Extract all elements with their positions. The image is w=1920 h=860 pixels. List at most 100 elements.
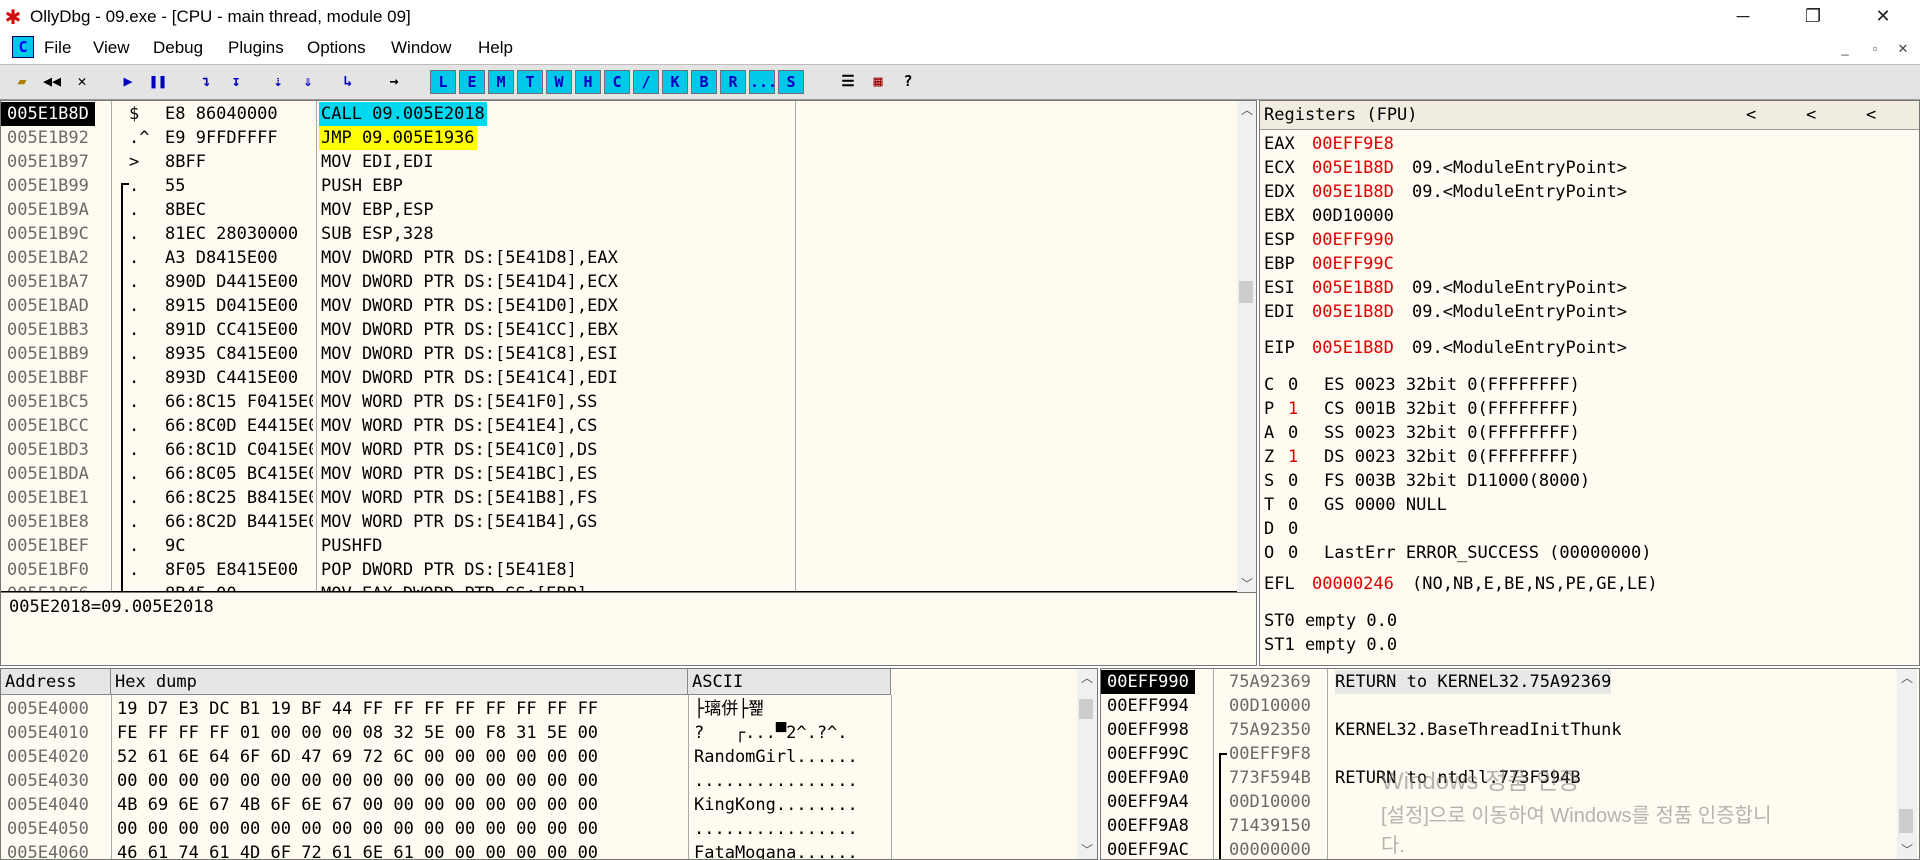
patches-window-button[interactable]: /	[633, 70, 659, 94]
disasm-row[interactable]: 005E1BE8. 66:8C2D B4415E00 MOV WORD PTR DS…	[1, 510, 1237, 534]
source-window-button[interactable]: S	[778, 70, 804, 94]
disasm-command[interactable]: MOV WORD PTR DS:[5E41B4],GS	[319, 510, 599, 534]
register-eip-value[interactable]: 005E1B8D	[1312, 336, 1394, 360]
close-button[interactable]: ✕	[1853, 0, 1913, 34]
disasm-address[interactable]: 005E1BC5	[7, 390, 89, 414]
disasm-row[interactable]: 005E1BA7. 890D D4415E00 MOV DWORD PTR DS:[…	[1, 270, 1237, 294]
stack-scrollbar[interactable]: ︿ ﹀	[1897, 669, 1917, 859]
dump-hex-bytes[interactable]: FE FF FF FF 01 00 00 00 08 32 5E 00 F8 3…	[117, 721, 687, 745]
register-esp-value[interactable]: 00EFF990	[1312, 228, 1394, 252]
fpu-register[interactable]: ST1 empty 0.0	[1264, 633, 1397, 657]
disasm-command[interactable]: MOV WORD PTR DS:[5E41F0],SS	[319, 390, 599, 414]
disasm-address[interactable]: 005E1B9C	[7, 222, 89, 246]
disasm-row[interactable]: 005E1BB3. 891D CC415E00 MOV DWORD PTR DS:[…	[1, 318, 1237, 342]
cpu-window-button[interactable]: C	[604, 70, 630, 94]
disasm-command[interactable]: MOV EDI,EDI	[319, 150, 436, 174]
memory-window-button[interactable]: M	[488, 70, 514, 94]
disasm-address[interactable]: 005E1BAD	[7, 294, 89, 318]
flag-value[interactable]: 1	[1288, 445, 1298, 469]
dump-scroll-thumb[interactable]	[1079, 699, 1093, 719]
stack-address[interactable]: 00EFF9A4	[1107, 790, 1189, 814]
disasm-command[interactable]: MOV EBP,ESP	[319, 198, 436, 222]
flag-value[interactable]: 0	[1288, 373, 1298, 397]
register-edx-value[interactable]: 005E1B8D	[1312, 180, 1394, 204]
register-edi-value[interactable]: 005E1B8D	[1312, 300, 1394, 324]
disasm-command[interactable]: MOV WORD PTR DS:[5E41BC],ES	[319, 462, 599, 486]
stack-address[interactable]: 00EFF9A0	[1107, 766, 1189, 790]
minimize-button[interactable]: ─	[1713, 0, 1773, 34]
mdi-close-button[interactable]: ✕	[1894, 40, 1912, 58]
dump-ascii[interactable]: ................	[694, 817, 890, 841]
hex-dump-pane[interactable]: Address Hex dump ASCII 005E4000 19 D7 E3 …	[0, 668, 1098, 860]
disasm-address[interactable]: 005E1B9A	[7, 198, 89, 222]
disasm-address[interactable]: 005E1BCC	[7, 414, 89, 438]
register-ebx-value[interactable]: 00D10000	[1312, 204, 1394, 228]
disasm-row[interactable]: 005E1BE1. 66:8C25 B8415E00 MOV WORD PTR DS…	[1, 486, 1237, 510]
disassembly-scrollbar[interactable]: ︿ ﹀	[1237, 101, 1256, 592]
mdi-minimize-button[interactable]: _	[1836, 40, 1854, 58]
flag-value[interactable]: 0	[1288, 421, 1298, 445]
registers-pane[interactable]: Registers (FPU) < < < EAX 00EFF9E8 ECX 005E…	[1259, 100, 1920, 666]
modules-window-button[interactable]: E	[459, 70, 485, 94]
dump-address[interactable]: 005E4020	[7, 745, 89, 769]
trace-over-icon[interactable]: ⇓	[296, 69, 320, 93]
references-window-button[interactable]: R	[720, 70, 746, 94]
disasm-address[interactable]: 005E1BBF	[7, 366, 89, 390]
step-into-icon[interactable]: ↴	[194, 69, 218, 93]
dump-hex-bytes[interactable]: 52 61 6E 64 6F 6D 47 69 72 6C 00 00 00 0…	[117, 745, 687, 769]
registers-nav-left-3[interactable]: <	[1866, 103, 1876, 127]
register-ecx-value[interactable]: 005E1B8D	[1312, 156, 1394, 180]
disasm-row[interactable]: 005E1BA2. A3 D8415E00 MOV DWORD PTR DS:[5E…	[1, 246, 1237, 270]
trace-into-icon[interactable]: ⇣	[266, 69, 290, 93]
menu-debug[interactable]: Debug	[153, 38, 203, 58]
disasm-command[interactable]: JMP 09.005E1936	[319, 126, 477, 150]
disasm-address[interactable]: 005E1BB3	[7, 318, 89, 342]
scroll-thumb[interactable]	[1239, 281, 1253, 303]
stack-scroll-down-icon[interactable]: ﹀	[1897, 841, 1917, 859]
menu-help[interactable]: Help	[478, 38, 513, 58]
dump-ascii[interactable]: ? ┌...▀2^.?^.	[694, 721, 890, 745]
disasm-row[interactable]: 005E1BBF. 893D C4415E00 MOV DWORD PTR DS:[…	[1, 366, 1237, 390]
disasm-command[interactable]: MOV DWORD PTR DS:[5E41C8],ESI	[319, 342, 620, 366]
open-folder-icon[interactable]: ▰	[10, 69, 34, 93]
disasm-command[interactable]: MOV WORD PTR DS:[5E41B8],FS	[319, 486, 599, 510]
disasm-address[interactable]: 005E1BD3	[7, 438, 89, 462]
disasm-command[interactable]: POP DWORD PTR DS:[5E41E8]	[319, 558, 579, 582]
run-trace-window-button[interactable]: ...	[749, 70, 777, 94]
register-ebp-value[interactable]: 00EFF99C	[1312, 252, 1394, 276]
restart-icon[interactable]: ◀◀	[40, 69, 64, 93]
dump-ascii[interactable]: FataMogana......	[694, 841, 890, 859]
disasm-address[interactable]: 005E1B97	[7, 150, 89, 174]
scroll-down-icon[interactable]: ﹀	[1237, 575, 1256, 592]
stack-address[interactable]: 00EFF998	[1107, 718, 1189, 742]
stack-value[interactable]: 71439150	[1229, 814, 1311, 838]
restore-button[interactable]: ❐	[1783, 0, 1843, 34]
dump-address[interactable]: 005E4000	[7, 697, 89, 721]
disasm-row[interactable]: 005E1BEF. 9C PUSHFD	[1, 534, 1237, 558]
stack-value[interactable]: 00000000	[1229, 838, 1311, 859]
disasm-address[interactable]: 005E1B92	[7, 126, 89, 150]
menu-file[interactable]: File	[44, 38, 71, 58]
disasm-command[interactable]: PUSH EBP	[319, 174, 405, 198]
pause-icon[interactable]: ❚❚	[146, 69, 170, 93]
registers-nav-left-2[interactable]: <	[1806, 103, 1816, 127]
close-program-icon[interactable]: ✕	[70, 69, 94, 93]
disasm-command[interactable]: MOV WORD PTR DS:[5E41C0],DS	[319, 438, 599, 462]
dump-address[interactable]: 005E4050	[7, 817, 89, 841]
disasm-row[interactable]: 005E1B9A. 8BEC MOV EBP,ESP	[1, 198, 1237, 222]
stack-address[interactable]: 00EFF99C	[1107, 742, 1189, 766]
stack-value[interactable]: 75A92369	[1229, 670, 1311, 694]
disasm-command[interactable]: MOV DWORD PTR DS:[5E41D0],EDX	[319, 294, 620, 318]
stack-scroll-thumb[interactable]	[1899, 809, 1913, 833]
disasm-address[interactable]: 005E1BA7	[7, 270, 89, 294]
disasm-row[interactable]: 005E1B97 >8BFF MOV EDI,EDI	[1, 150, 1237, 174]
disasm-row[interactable]: 005E1BAD. 8915 D0415E00 MOV DWORD PTR DS:[…	[1, 294, 1237, 318]
dump-scroll-up-icon[interactable]: ︿	[1077, 669, 1097, 687]
disasm-address[interactable]: 005E1B8D	[1, 102, 95, 126]
dump-ascii[interactable]: KingKong........	[694, 793, 890, 817]
disasm-command[interactable]: SUB ESP,328	[319, 222, 436, 246]
stack-value[interactable]: 75A92350	[1229, 718, 1311, 742]
goto-address-icon[interactable]: →	[382, 69, 406, 93]
disasm-command[interactable]: MOV DWORD PTR DS:[5E41D4],ECX	[319, 270, 620, 294]
disasm-row[interactable]: 005E1BC5. 66:8C15 F0415E00 MOV WORD PTR DS…	[1, 390, 1237, 414]
